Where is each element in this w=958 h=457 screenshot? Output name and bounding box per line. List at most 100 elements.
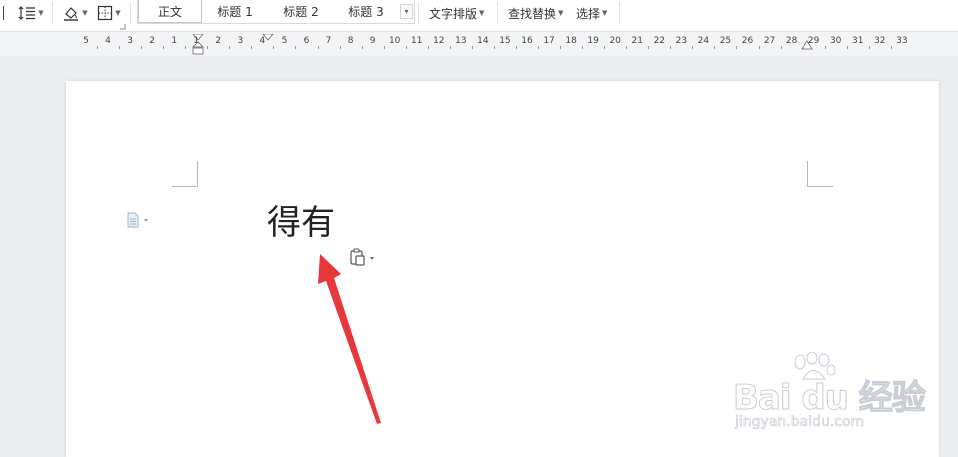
ruler-tick: [538, 46, 540, 49]
ruler-number: 27: [763, 36, 776, 46]
ruler-number: 8: [347, 36, 354, 46]
document-icon: [127, 212, 139, 228]
ruler-tick: [427, 46, 429, 49]
ruler-tick: [207, 46, 209, 49]
ruler-tick: [449, 46, 451, 49]
ruler-number: 4: [105, 36, 111, 46]
text-layout-menu[interactable]: 文字排版 ▼: [429, 0, 484, 26]
ruler-number: 7: [325, 36, 332, 46]
ruler-tick: [361, 46, 363, 49]
ruler-tick: [405, 46, 407, 49]
line-spacing-icon: [18, 6, 36, 20]
borders-button[interactable]: ▼: [94, 0, 124, 26]
document-page[interactable]: 得有: [66, 81, 939, 457]
style-heading-3[interactable]: 标题 3: [334, 0, 398, 23]
ruler-tick: [317, 46, 319, 49]
ruler-tick: [273, 46, 275, 49]
line-spacing-button[interactable]: ▼: [16, 0, 46, 26]
ruler-tick: [141, 46, 143, 49]
paragraph-layout-button[interactable]: [125, 212, 155, 228]
ruler-number: 13: [455, 36, 467, 46]
ruler-number: 1: [193, 36, 200, 46]
select-menu[interactable]: 选择 ▼: [576, 0, 607, 26]
ruler-tick: [824, 46, 826, 49]
ruler-tick: [515, 46, 517, 49]
ruler-number: 9: [369, 36, 376, 46]
ruler-tick: [97, 46, 99, 49]
ruler-tick: [890, 46, 892, 49]
ruler-number: 3: [127, 36, 133, 46]
ruler-tick: [846, 46, 848, 49]
ruler-tick: [780, 46, 782, 49]
ruler-tick: [802, 46, 804, 49]
dialog-launcher-icon[interactable]: [120, 24, 126, 30]
ruler-number: 26: [741, 36, 754, 46]
ruler-tick: [692, 46, 694, 49]
ruler-number: 2: [215, 36, 222, 46]
chevron-down-icon: ▼: [602, 9, 608, 17]
horizontal-ruler[interactable]: 5 4 3 2 1 1 2 3 4 5 6 7 8 9 10 11 12 13 14 15 16 17 18 19 20 21 22…: [0, 32, 958, 56]
text-layout-label: 文字排版: [429, 6, 478, 21]
find-replace-label: 查找替换: [508, 6, 557, 21]
toolbar-divider: [418, 2, 419, 24]
style-heading-1[interactable]: 标题 1: [202, 0, 268, 23]
chevron-down-icon: ▼: [479, 9, 485, 17]
ruler-tick: [670, 46, 672, 49]
chevron-down-icon: ▼: [558, 9, 564, 17]
margin-corner-top-right: [807, 161, 833, 187]
toolbar-divider: [619, 2, 620, 24]
ruler-number: 33: [896, 36, 908, 46]
ruler-tick: [339, 46, 341, 49]
ruler-number: 28: [785, 36, 798, 46]
margin-corner-top-left: [172, 161, 198, 187]
ruler-number: 25: [719, 36, 732, 46]
ruler-number: 6: [303, 36, 310, 46]
ruler-tick: [604, 46, 606, 49]
ruler-tick: [648, 46, 650, 49]
ruler-number: 19: [587, 36, 599, 46]
chevron-down-icon: ▾: [404, 7, 409, 16]
ribbon-toolbar: ▼ ▼ ▼ 正文 标题 1 标题 2 标题 3 ▾ 文字排版 ▼ 查找替换 ▼ …: [0, 0, 958, 32]
style-heading-2[interactable]: 标题 2: [268, 0, 334, 23]
ruler-number: 30: [829, 36, 842, 46]
toolbar-divider: [52, 2, 53, 24]
ruler-number: 31: [852, 36, 864, 46]
borders-icon: [98, 5, 113, 21]
ruler-number: 5: [83, 36, 89, 46]
ruler-tick: [868, 46, 870, 49]
find-replace-menu[interactable]: 查找替换 ▼: [508, 0, 563, 26]
shading-button[interactable]: ▼: [60, 0, 90, 26]
ruler-tick: [471, 46, 473, 49]
ruler-tick: [251, 46, 253, 49]
chevron-down-icon: [144, 219, 148, 222]
ruler-tick: [560, 46, 562, 49]
ruler-number: 22: [653, 36, 666, 46]
ruler-number: 21: [631, 36, 643, 46]
chevron-down-icon: ▼: [38, 9, 44, 17]
shading-icon: [64, 7, 79, 21]
ruler-number: 20: [609, 36, 621, 46]
ruler-number: 23: [675, 36, 688, 46]
ruler-tick: [119, 46, 121, 49]
ruler-number: 29: [807, 36, 820, 46]
ruler-tick: [736, 46, 738, 49]
toolbar-divider: [130, 2, 131, 24]
ruler-number: 2: [149, 36, 156, 46]
chevron-down-icon: ▼: [115, 9, 121, 17]
ruler-tick: [185, 46, 187, 49]
chevron-down-icon: ▼: [82, 9, 88, 17]
ruler-number: 17: [543, 36, 555, 46]
ruler-number: 24: [697, 36, 710, 46]
style-gallery-more-button[interactable]: ▾: [400, 4, 413, 19]
wps-writer-window: ▼ ▼ ▼ 正文 标题 1 标题 2 标题 3 ▾ 文字排版 ▼ 查找替换 ▼ …: [0, 0, 958, 457]
ruler-number: 4: [259, 36, 266, 46]
style-gallery: 正文 标题 1 标题 2 标题 3 ▾: [137, 0, 415, 24]
ruler-tick: [582, 46, 584, 49]
select-label: 选择: [576, 6, 601, 21]
ruler-tick: [383, 46, 385, 49]
ruler-tick: [295, 46, 297, 49]
red-arrow-annotation: [318, 254, 381, 424]
style-body-text[interactable]: 正文: [138, 0, 202, 23]
ruler-number: 15: [499, 36, 511, 46]
ruler-number: 10: [388, 36, 401, 46]
